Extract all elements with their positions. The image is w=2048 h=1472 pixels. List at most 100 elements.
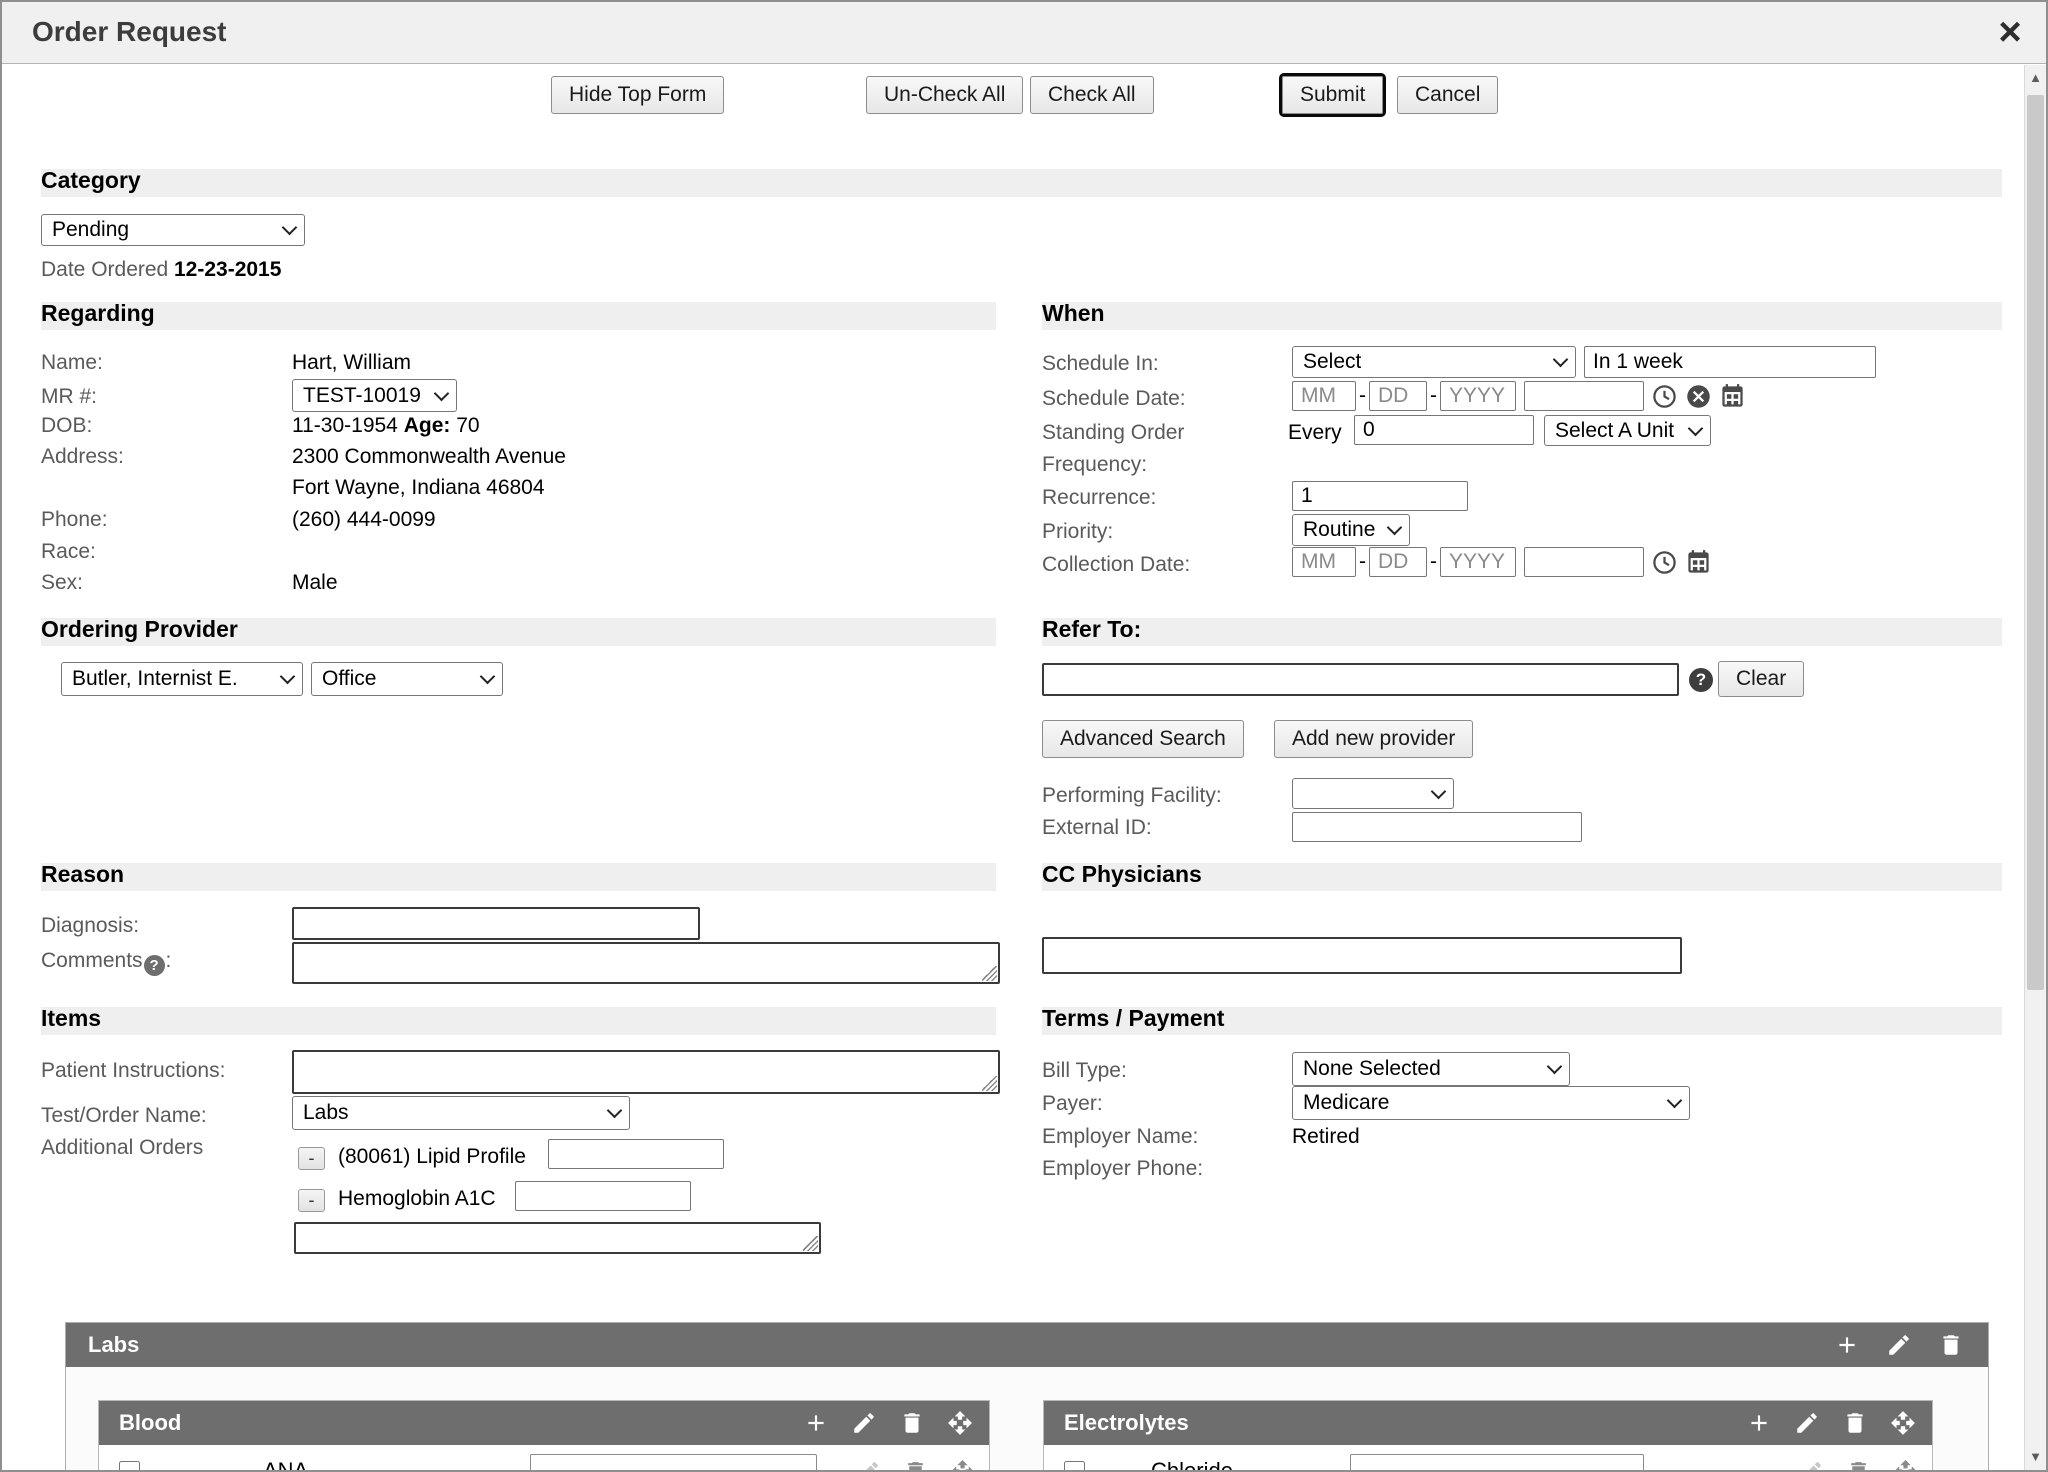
help-icon[interactable]: ? bbox=[144, 955, 165, 976]
bill-type-select[interactable]: None Selected bbox=[1292, 1052, 1570, 1086]
edit-icon[interactable] bbox=[851, 1410, 877, 1436]
chevron-down-icon bbox=[1547, 1059, 1563, 1075]
add-icon[interactable] bbox=[1834, 1332, 1860, 1358]
resize-grip[interactable] bbox=[982, 1076, 997, 1091]
delete-icon[interactable] bbox=[1846, 1459, 1871, 1472]
patient-instructions-textarea[interactable] bbox=[292, 1050, 1000, 1094]
add-icon[interactable] bbox=[803, 1410, 829, 1436]
items-section-bar: Items bbox=[41, 1007, 996, 1035]
chevron-down-icon bbox=[1688, 420, 1704, 436]
external-id-input[interactable] bbox=[1292, 812, 1582, 842]
check-all-button[interactable]: Check All bbox=[1030, 76, 1154, 114]
schedule-in-select[interactable]: Select bbox=[1292, 346, 1576, 378]
help-icon[interactable]: ? bbox=[1689, 668, 1713, 692]
clock-icon[interactable] bbox=[1651, 549, 1678, 576]
performing-facility-label: Performing Facility: bbox=[1042, 784, 1222, 808]
chevron-down-icon bbox=[480, 669, 496, 685]
chevron-down-icon bbox=[1667, 1093, 1683, 1109]
schedule-date-dd-input[interactable] bbox=[1369, 381, 1427, 411]
scrollbar-thumb[interactable] bbox=[2027, 95, 2044, 990]
lab-item-checkbox[interactable] bbox=[119, 1461, 140, 1472]
calendar-icon[interactable] bbox=[1719, 383, 1746, 410]
ordering-provider-select[interactable]: Butler, Internist E. bbox=[61, 662, 303, 696]
delete-icon[interactable] bbox=[899, 1410, 925, 1436]
test-order-select[interactable]: Labs bbox=[292, 1096, 630, 1130]
submit-button[interactable]: Submit bbox=[1282, 76, 1383, 114]
lab-item-checkbox[interactable] bbox=[1064, 1461, 1085, 1472]
diagnosis-input[interactable] bbox=[292, 907, 700, 940]
order-item-input[interactable] bbox=[515, 1181, 691, 1211]
resize-grip[interactable] bbox=[982, 966, 997, 981]
lab-item-input[interactable] bbox=[530, 1454, 817, 1472]
add-new-provider-button[interactable]: Add new provider bbox=[1274, 720, 1473, 758]
every-input[interactable] bbox=[1354, 415, 1534, 445]
clock-icon[interactable] bbox=[1651, 383, 1678, 410]
regarding-header: Regarding bbox=[41, 300, 155, 327]
edit-icon[interactable] bbox=[1794, 1410, 1820, 1436]
recurrence-label: Recurrence: bbox=[1042, 486, 1156, 510]
clear-date-icon[interactable] bbox=[1685, 383, 1712, 410]
add-icon[interactable] bbox=[1746, 1410, 1772, 1436]
regarding-section-bar: Regarding bbox=[41, 302, 996, 330]
performing-facility-select[interactable] bbox=[1292, 778, 1454, 809]
recurrence-input[interactable] bbox=[1292, 481, 1468, 511]
schedule-date-yyyy-input[interactable] bbox=[1440, 381, 1516, 411]
reason-section-bar: Reason bbox=[41, 863, 996, 891]
diagnosis-label: Diagnosis: bbox=[41, 914, 139, 938]
move-icon[interactable] bbox=[950, 1459, 975, 1472]
blood-group-title: Blood bbox=[119, 1410, 803, 1436]
move-icon[interactable] bbox=[947, 1410, 973, 1436]
unit-select[interactable]: Select A Unit bbox=[1544, 415, 1711, 446]
mr-select[interactable]: TEST-10019 bbox=[292, 379, 457, 412]
schedule-date-mm-input[interactable] bbox=[1292, 381, 1356, 411]
additional-orders-textarea[interactable] bbox=[294, 1222, 821, 1254]
lab-item-input[interactable] bbox=[1350, 1454, 1644, 1472]
payer-select[interactable]: Medicare bbox=[1292, 1086, 1690, 1120]
reason-header: Reason bbox=[41, 861, 124, 888]
frequency-label: Frequency: bbox=[1042, 453, 1147, 477]
delete-icon[interactable] bbox=[1938, 1332, 1964, 1358]
remove-order-button[interactable]: - bbox=[298, 1147, 325, 1170]
collection-date-dd-input[interactable] bbox=[1369, 547, 1427, 577]
electrolytes-group-title: Electrolytes bbox=[1064, 1410, 1746, 1436]
uncheck-all-button[interactable]: Un-Check All bbox=[866, 76, 1023, 114]
vertical-scrollbar[interactable]: ▲ ▼ bbox=[2024, 65, 2046, 1470]
order-item-input[interactable] bbox=[548, 1139, 724, 1169]
chevron-down-icon bbox=[434, 385, 450, 401]
refer-to-search-input[interactable] bbox=[1042, 663, 1679, 696]
clear-button[interactable]: Clear bbox=[1718, 661, 1804, 697]
calendar-icon[interactable] bbox=[1685, 549, 1712, 576]
priority-label: Priority: bbox=[1042, 520, 1113, 544]
cancel-button[interactable]: Cancel bbox=[1397, 76, 1498, 114]
edit-icon[interactable] bbox=[856, 1459, 881, 1472]
cc-physicians-input[interactable] bbox=[1042, 937, 1682, 974]
scroll-up-icon[interactable]: ▲ bbox=[2025, 65, 2046, 91]
delete-icon[interactable] bbox=[1842, 1410, 1868, 1436]
ordering-provider-section-bar: Ordering Provider bbox=[41, 618, 996, 646]
scroll-down-icon[interactable]: ▼ bbox=[2025, 1444, 2046, 1470]
phone-value: (260) 444-0099 bbox=[292, 508, 436, 532]
provider-location-select[interactable]: Office bbox=[311, 662, 503, 696]
remove-order-button[interactable]: - bbox=[298, 1189, 325, 1212]
category-select[interactable]: Pending bbox=[41, 214, 305, 246]
comments-textarea[interactable] bbox=[292, 942, 1000, 984]
dob-value: 11-30-1954 Age: 70 bbox=[292, 414, 480, 438]
resize-grip[interactable] bbox=[803, 1236, 818, 1251]
schedule-in-text-input[interactable] bbox=[1584, 346, 1876, 378]
schedule-date-time-input[interactable] bbox=[1524, 381, 1644, 411]
external-id-label: External ID: bbox=[1042, 816, 1152, 840]
chevron-down-icon bbox=[1553, 352, 1569, 368]
edit-icon[interactable] bbox=[1799, 1459, 1824, 1472]
move-icon[interactable] bbox=[1890, 1410, 1916, 1436]
hide-top-form-button[interactable]: Hide Top Form bbox=[551, 76, 724, 114]
priority-select[interactable]: Routine bbox=[1292, 514, 1410, 546]
delete-icon[interactable] bbox=[903, 1459, 928, 1472]
collection-date-mm-input[interactable] bbox=[1292, 547, 1356, 577]
collection-date-time-input[interactable] bbox=[1524, 547, 1644, 577]
edit-icon[interactable] bbox=[1886, 1332, 1912, 1358]
order-item-name: (80061) Lipid Profile bbox=[338, 1145, 526, 1169]
advanced-search-button[interactable]: Advanced Search bbox=[1042, 720, 1244, 758]
move-icon[interactable] bbox=[1893, 1459, 1918, 1472]
collection-date-yyyy-input[interactable] bbox=[1440, 547, 1516, 577]
close-icon[interactable]: × bbox=[1988, 6, 2032, 58]
